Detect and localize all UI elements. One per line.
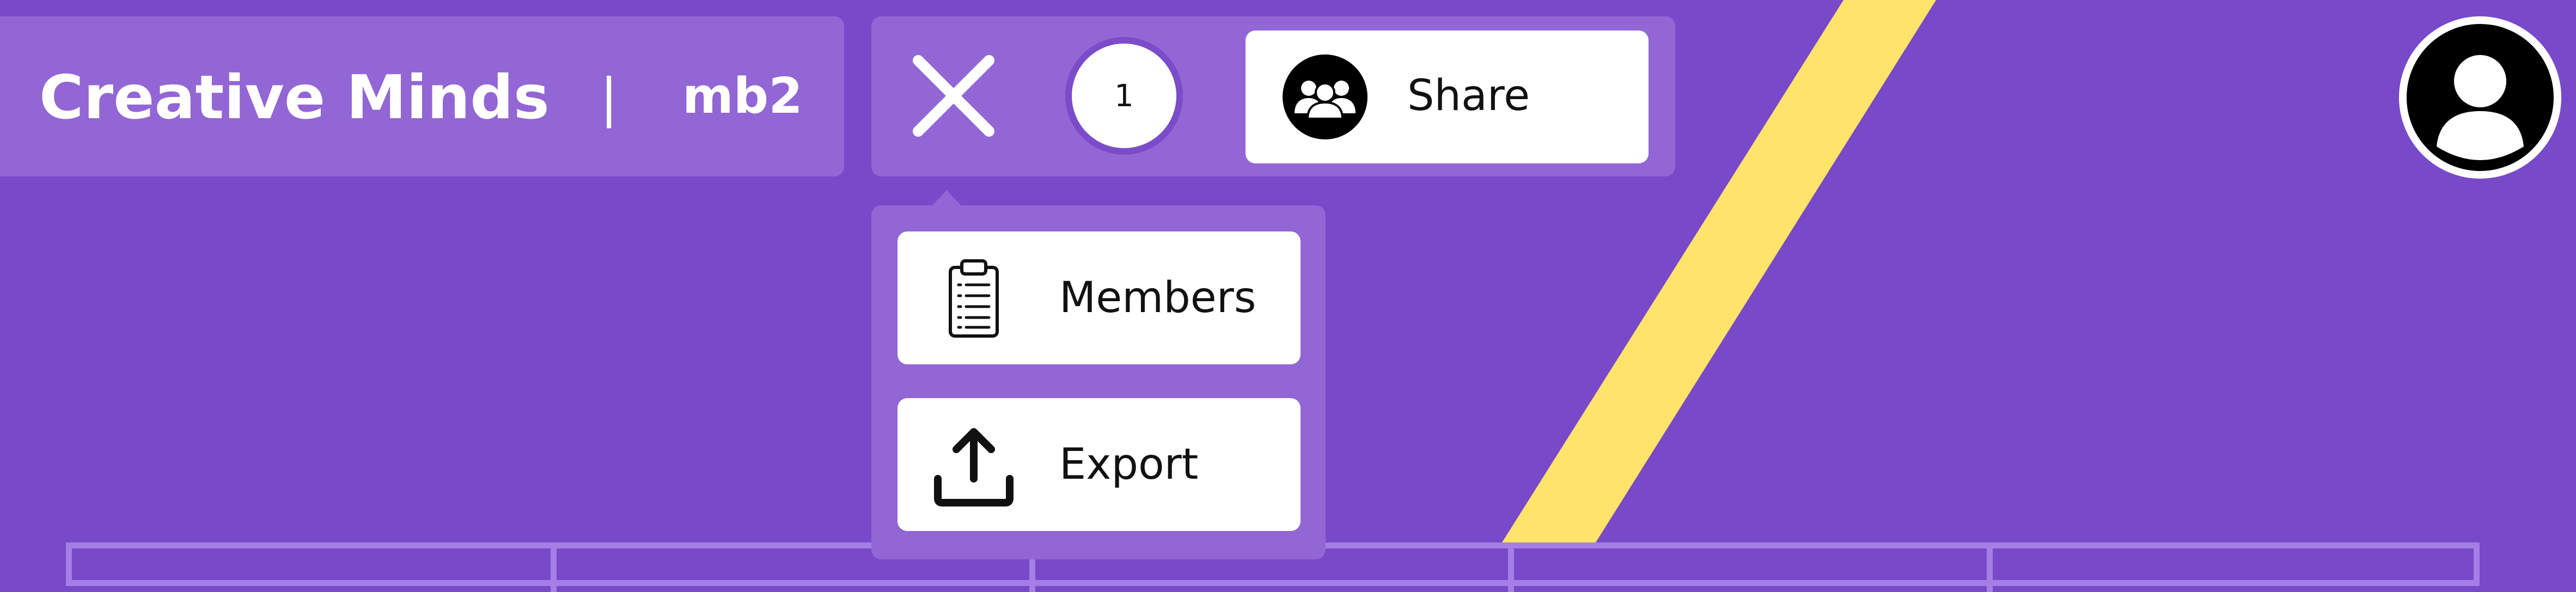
user-avatar[interactable]: [2399, 16, 2561, 179]
group-icon: [1283, 54, 1368, 139]
upload-icon: [934, 428, 1014, 506]
user-avatar-icon: [2437, 55, 2524, 160]
board-code: mb2: [682, 68, 803, 125]
grid-divider: [551, 548, 557, 592]
share-button[interactable]: Share: [1246, 30, 1649, 163]
close-button[interactable]: [909, 52, 998, 140]
menu-item-label: Members: [1059, 273, 1256, 322]
member-count-badge[interactable]: 1: [1065, 37, 1183, 155]
member-count-value: 1: [1114, 78, 1134, 114]
board-name: Creative Minds: [39, 63, 550, 133]
grid-divider: [1987, 548, 1993, 592]
menu-item-members[interactable]: Members: [898, 231, 1301, 364]
grid-divider: [1508, 548, 1514, 592]
menu-item-label: Export: [1059, 440, 1199, 489]
menu-caret: [931, 190, 962, 206]
title-separator: |: [600, 68, 618, 129]
close-icon: [913, 55, 994, 137]
share-label: Share: [1407, 71, 1530, 120]
menu-item-export[interactable]: Export: [898, 398, 1301, 531]
clipboard-list-icon: [949, 259, 999, 338]
